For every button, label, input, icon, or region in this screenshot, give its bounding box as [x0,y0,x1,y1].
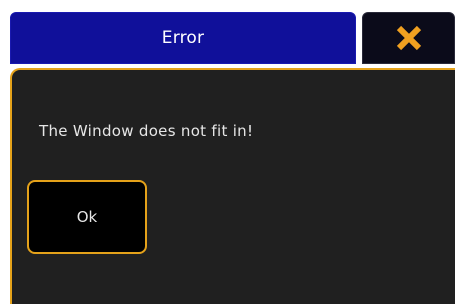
close-x-icon [394,23,424,53]
dialog-body: The Window does not fit in! Ok [10,68,455,304]
ok-button-label: Ok [76,208,98,226]
title-bar: Error [10,12,356,64]
ok-button[interactable]: Ok [27,180,147,254]
dialog-title: Error [161,28,205,48]
error-message: The Window does not fit in! [39,122,254,140]
close-button[interactable] [362,12,455,64]
error-dialog: Error The Window does not fit in! Ok [10,12,455,304]
